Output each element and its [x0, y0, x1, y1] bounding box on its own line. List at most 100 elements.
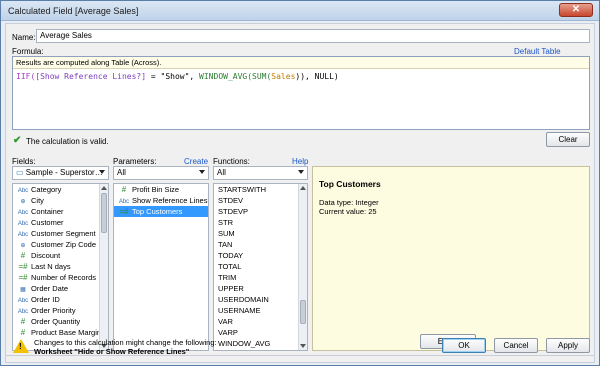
function-list-item[interactable]: VAR	[216, 316, 307, 327]
field-label: Customer Segment	[31, 229, 96, 238]
parameters-list[interactable]: # Profit Bin Size Abc Show Reference Lines?…	[113, 183, 209, 351]
help-link[interactable]: Help	[292, 157, 308, 166]
parameter-list-item[interactable]: # Profit Bin Size	[114, 184, 208, 195]
field-list-item[interactable]: Abc Order ID	[13, 294, 108, 305]
field-list-item[interactable]: ⊕ Customer Zip Code	[13, 239, 108, 250]
field-list-item[interactable]: Abc Category	[13, 184, 108, 195]
function-list-item[interactable]: USERDOMAIN	[216, 294, 307, 305]
field-label: Order Date	[31, 284, 69, 293]
formula-label: Formula:	[12, 47, 44, 56]
functions-scroll-thumb[interactable]	[300, 300, 306, 324]
code-tail: )), NULL)	[295, 72, 339, 81]
field-list-item[interactable]: # Product Base Margin	[13, 327, 108, 338]
functions-filter-select[interactable]: All	[213, 166, 308, 180]
fields-datasource-select[interactable]: ▭ Sample - Superstor…	[12, 166, 109, 180]
function-list-item[interactable]: TOTAL	[216, 261, 307, 272]
field-label: Product Base Margin	[31, 328, 102, 337]
functions-label: Functions:	[213, 157, 250, 166]
scroll-up-icon[interactable]	[300, 186, 306, 190]
field-list-item[interactable]: Abc Container	[13, 206, 108, 217]
create-parameter-link[interactable]: Create	[184, 157, 208, 166]
field-label: City	[31, 196, 44, 205]
clear-button[interactable]: Clear	[546, 132, 590, 147]
function-list-item[interactable]: STDEV	[216, 195, 307, 206]
code-keyword-iif: IIF(	[16, 72, 36, 81]
field-label: Number of Records	[31, 273, 97, 282]
fields-label: Fields:	[12, 157, 36, 166]
valid-check-icon: ✔	[13, 135, 22, 146]
parameter-label: Show Reference Lines?	[132, 196, 209, 205]
fields-scroll-thumb[interactable]	[101, 193, 107, 233]
field-label: Customer	[31, 218, 64, 227]
chevron-down-icon	[199, 170, 205, 174]
function-list-item[interactable]: WINDOW_AVG	[216, 338, 307, 349]
function-list-item[interactable]: STDEVP	[216, 206, 307, 217]
field-list-item[interactable]: # Discount	[13, 250, 108, 261]
fields-list[interactable]: Abc Category ⊕ City Abc Container Abc Customer A…	[12, 183, 109, 351]
ok-label: OK	[458, 341, 470, 350]
datasource-icon: ▭	[16, 168, 24, 177]
field-label: Order Priority	[31, 306, 76, 315]
field-list-item[interactable]: Abc Order Priority	[13, 305, 108, 316]
code-operator: =	[146, 72, 161, 81]
formula-editor[interactable]: Results are computed along Table (Across…	[12, 56, 590, 130]
parameters-filter-value: All	[117, 168, 126, 177]
field-list-item[interactable]: ⊕ City	[13, 195, 108, 206]
field-label: Category	[31, 185, 62, 194]
field-list-item[interactable]: =# Last N days	[13, 261, 108, 272]
field-list-item[interactable]: =# Number of Records	[13, 272, 108, 283]
field-label: Customer Zip Code	[31, 240, 97, 249]
field-list-item[interactable]: Abc Customer Segment	[13, 228, 108, 239]
functions-filter-value: All	[217, 168, 226, 177]
number-field-icon: #	[121, 185, 127, 194]
field-list-item[interactable]: # Order Quantity	[13, 316, 108, 327]
functions-scrollbar[interactable]	[298, 184, 307, 350]
name-input[interactable]: Average Sales	[36, 29, 590, 43]
field-label: Last N days	[31, 262, 71, 271]
fields-scrollbar[interactable]	[99, 184, 108, 350]
code-parameter: [Show Reference Lines?]	[35, 72, 147, 81]
formula-code[interactable]: IIF([Show Reference Lines?] = "Show", WI…	[13, 69, 589, 84]
description-title: Top Customers	[319, 179, 381, 189]
description-panel: Top Customers Data type: Integer Current…	[312, 166, 590, 351]
fields-items: Abc Category ⊕ City Abc Container Abc Customer A…	[13, 184, 108, 338]
function-list-item[interactable]: STR	[216, 217, 307, 228]
functions-list[interactable]: STARTSWITH STDEV STDEVP STR SUM TAN TODAY TOTAL…	[213, 183, 308, 351]
field-label: Container	[31, 207, 64, 216]
function-list-item[interactable]: VARP	[216, 327, 307, 338]
function-list-item[interactable]: USERNAME	[216, 305, 307, 316]
calculated-number-icon: =#	[18, 273, 28, 282]
close-button[interactable]: ✕	[559, 3, 593, 17]
parameters-filter-select[interactable]: All	[113, 166, 209, 180]
function-list-item[interactable]: SUM	[216, 228, 307, 239]
function-list-item[interactable]: UPPER	[216, 283, 307, 294]
field-list-item[interactable]: Abc Customer	[13, 217, 108, 228]
function-list-item[interactable]: TRIM	[216, 272, 307, 283]
dialog-body: Name: Average Sales Formula: Default Tab…	[5, 23, 595, 363]
cancel-label: Cancel	[503, 341, 529, 350]
function-list-item[interactable]: TODAY	[216, 250, 307, 261]
code-separator: ,	[189, 72, 200, 81]
window-title: Calculated Field [Average Sales]	[8, 6, 139, 16]
function-list-item[interactable]: TAN	[216, 239, 307, 250]
parameter-label: Profit Bin Size	[132, 185, 180, 194]
field-list-item[interactable]: ▦ Order Date	[13, 283, 108, 294]
apply-label: Apply	[557, 341, 578, 350]
function-list-item[interactable]: STARTSWITH	[216, 184, 307, 195]
chevron-down-icon	[99, 170, 105, 174]
title-bar[interactable]: Calculated Field [Average Sales] ✕	[1, 1, 599, 21]
code-function-sum: SUM(	[252, 72, 272, 81]
warning-line-2: Worksheet "Hide or Show Reference Lines"	[34, 347, 190, 356]
calculated-number-icon: =#	[18, 262, 28, 271]
parameter-list-item[interactable]: =# Top Customers	[114, 206, 208, 217]
parameter-list-item[interactable]: Abc Show Reference Lines?	[114, 195, 208, 206]
field-label: Order ID	[31, 295, 60, 304]
cancel-button[interactable]: Cancel	[494, 338, 538, 353]
ok-button[interactable]: OK	[442, 338, 486, 353]
close-icon: ✕	[571, 4, 581, 15]
apply-button[interactable]: Apply	[546, 338, 590, 353]
scroll-up-icon[interactable]	[101, 186, 107, 190]
function-list-item[interactable]: WINDOW_COUNT	[216, 349, 307, 350]
functions-items: STARTSWITH STDEV STDEVP STR SUM TAN TODAY TOTAL…	[214, 184, 307, 350]
scroll-down-icon[interactable]	[300, 344, 306, 348]
